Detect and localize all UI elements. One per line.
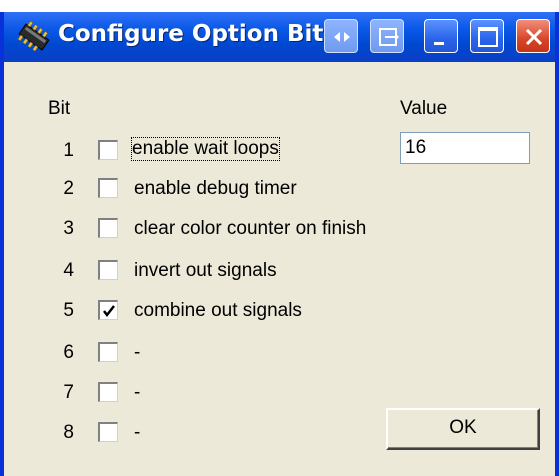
bit-number: 2 (63, 178, 74, 199)
bit-number: 7 (63, 382, 74, 403)
option-label-8[interactable]: - (134, 422, 140, 444)
option-checkbox-1[interactable] (98, 140, 118, 160)
option-checkbox-8[interactable] (98, 422, 118, 442)
option-checkbox-4[interactable] (98, 260, 118, 280)
ok-button[interactable]: OK (386, 408, 540, 450)
minimize-button[interactable] (424, 19, 458, 53)
move-to-tray-button[interactable] (370, 19, 404, 53)
minimize-icon (434, 42, 444, 45)
option-label-7[interactable]: - (134, 382, 140, 404)
move-to-tray-icon (379, 28, 399, 46)
bit-number: 6 (63, 342, 74, 363)
option-label-6[interactable]: - (134, 342, 140, 364)
resize-arrows-icon (334, 32, 350, 42)
bit-number: 1 (63, 140, 74, 161)
close-icon (525, 28, 543, 46)
chip-icon (17, 20, 50, 52)
option-checkbox-6[interactable] (98, 342, 118, 362)
option-checkbox-3[interactable] (98, 218, 118, 238)
option-label-5[interactable]: combine out signals (134, 300, 302, 322)
bit-number: 4 (63, 260, 74, 281)
bit-column-header: Bit (48, 98, 71, 119)
bit-number: 8 (63, 422, 74, 443)
option-checkbox-5[interactable] (98, 300, 118, 320)
resize-arrows-button[interactable] (324, 19, 358, 53)
window-title: Configure Option Bits (58, 21, 338, 47)
option-checkbox-7[interactable] (98, 382, 118, 402)
close-button[interactable] (516, 19, 550, 53)
option-checkbox-2[interactable] (98, 178, 118, 198)
title-bar[interactable]: Configure Option Bits (4, 12, 555, 62)
value-field[interactable]: 16 (400, 132, 530, 164)
configure-option-bits-window: Configure Option Bits Bit Value 16 1 ena… (0, 0, 559, 476)
checkmark-icon (103, 305, 115, 318)
maximize-button[interactable] (470, 19, 504, 53)
option-label-4[interactable]: invert out signals (134, 260, 277, 282)
top-strip (0, 0, 559, 12)
maximize-icon (478, 27, 498, 47)
bit-number: 3 (63, 218, 74, 239)
option-label-2[interactable]: enable debug timer (134, 178, 297, 200)
option-label-1[interactable]: enable wait loops (131, 137, 280, 161)
option-label-3[interactable]: clear color counter on finish (134, 218, 366, 240)
bit-number: 5 (63, 300, 74, 321)
value-column-header: Value (400, 98, 448, 119)
